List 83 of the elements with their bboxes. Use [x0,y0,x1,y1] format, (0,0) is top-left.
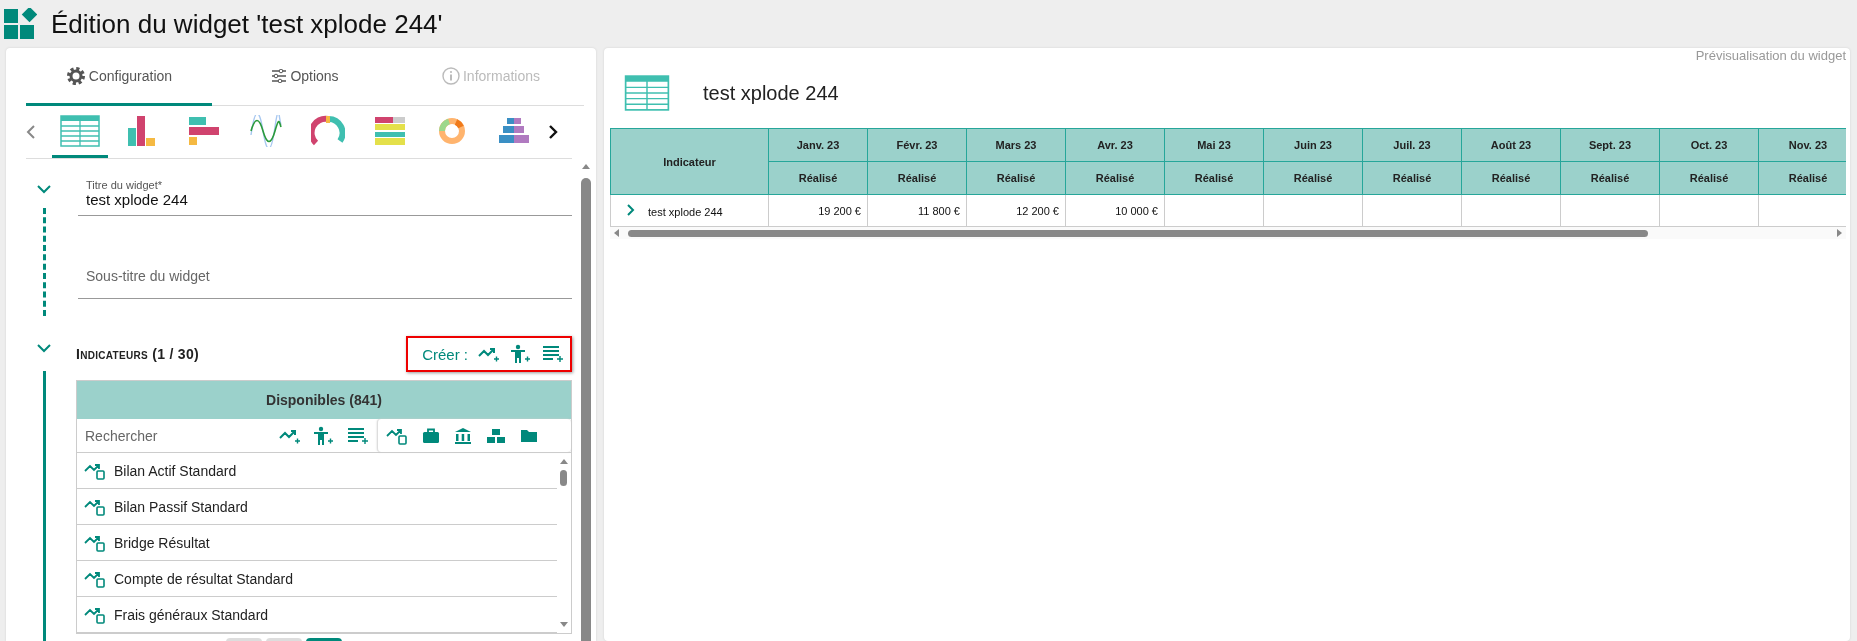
column-header: Sept. 23 [1560,128,1660,162]
expand-chevron-icon[interactable] [627,203,635,216]
indicator-list-item[interactable]: Bilan Actif Standard [77,453,557,489]
tab[interactable]: Options [212,48,398,106]
table-cell: 10 000 € [1065,194,1165,227]
indicator-list-item[interactable]: Bridge Résultat [77,525,557,561]
chevron-down-icon[interactable] [37,185,51,194]
gear-icon [65,65,86,86]
briefcase-icon[interactable] [421,427,440,444]
widget-title: test xplode 244 [703,81,839,105]
column-header: Réalisé [1560,161,1660,195]
column-header: Févr. 23 [867,128,967,162]
donut-chart-icon [438,116,466,145]
preview-label: Prévisualisation du widget [1695,48,1846,63]
list-plus-icon[interactable] [346,426,369,445]
column-header: Janv. 23 [768,128,868,162]
subtitle-field[interactable]: Sous-titre du widget [78,254,572,299]
sliders-icon [271,68,288,83]
item-label: Bilan Passif Standard [114,498,248,515]
gauge-chart-icon [311,114,345,147]
indicator-icon [84,461,106,480]
indicator-list-item[interactable]: Compte de résultat Standard [77,561,557,597]
item-label: Bilan Actif Standard [114,462,237,479]
chevron-left-icon[interactable] [26,124,36,140]
item-label: Frais généraux Standard [114,606,269,623]
list-header: Disponibles (841) [77,381,571,419]
column-header: Réalisé [966,161,1066,195]
section-title: Indicateurs (1 / 30) [76,346,199,362]
indicator-icon [84,497,106,516]
title-field[interactable]: Titre du widget* test xplode 244 [78,171,572,216]
bar-chart-icon [127,114,157,147]
horizontal-bar-chart-icon [188,115,220,146]
column-header: Juin 23 [1263,128,1363,162]
indicator-icon [84,605,106,624]
table-chart-icon [623,75,671,111]
column-header: Août 23 [1461,128,1561,162]
bank-icon[interactable] [453,426,472,445]
column-header: Réalisé [768,161,868,195]
column-header: Juil. 23 [1362,128,1462,162]
column-header: Réalisé [1065,161,1165,195]
table-cell: 19 200 € [768,194,868,227]
table-cell: 12 200 € [966,194,1066,227]
window-title: Édition du widget 'test xplode 244' [51,8,443,40]
column-header: Indicateur [610,128,769,195]
indicator-icon [385,426,408,445]
indicator-icon [84,533,106,552]
hierarchy-icon[interactable] [485,427,506,444]
column-header: Oct. 23 [1659,128,1759,162]
column-header: Avr. 23 [1065,128,1165,162]
stacked-bar-chart-icon [374,115,406,146]
info-icon [441,66,460,85]
chevron-down-icon[interactable] [37,344,51,353]
pyramid-chart-icon [498,116,530,145]
create-label: Créer : [422,345,468,363]
indicator-list-item[interactable]: Frais généraux Standard [77,597,557,633]
table-cell: 11 800 € [867,194,967,227]
chevron-right-icon[interactable] [548,124,558,140]
item-label: Compte de résultat Standard [114,570,293,587]
folder-icon[interactable] [519,428,538,443]
tab[interactable]: Configuration [26,48,212,106]
indicator-list-item[interactable]: Bilan Passif Standard [77,489,557,525]
person-plus-icon[interactable] [510,344,532,364]
column-header: Réalisé [1263,161,1363,195]
column-header: Réalisé [1659,161,1759,195]
item-label: Bridge Résultat [114,534,210,551]
row-label: test xplode 244 [648,205,723,218]
column-header: Réalisé [1758,161,1846,195]
widgets-logo-icon [3,8,37,40]
column-header: Réalisé [1461,161,1561,195]
indicator-icon [84,569,106,588]
column-header: Nov. 23 [1758,128,1846,162]
line-chart-icon [250,114,282,147]
table-chart-icon [60,114,100,147]
trend-plus-icon[interactable] [478,345,500,363]
column-header: Mai 23 [1164,128,1264,162]
column-header: Réalisé [1164,161,1264,195]
column-header: Réalisé [1362,161,1462,195]
field-label: Titre du widget* [86,178,164,191]
list-plus-icon[interactable] [542,345,564,363]
scrollbar[interactable] [610,227,1846,239]
person-plus-icon[interactable] [312,425,335,446]
column-header: Mars 23 [966,128,1066,162]
column-header: Réalisé [867,161,967,195]
